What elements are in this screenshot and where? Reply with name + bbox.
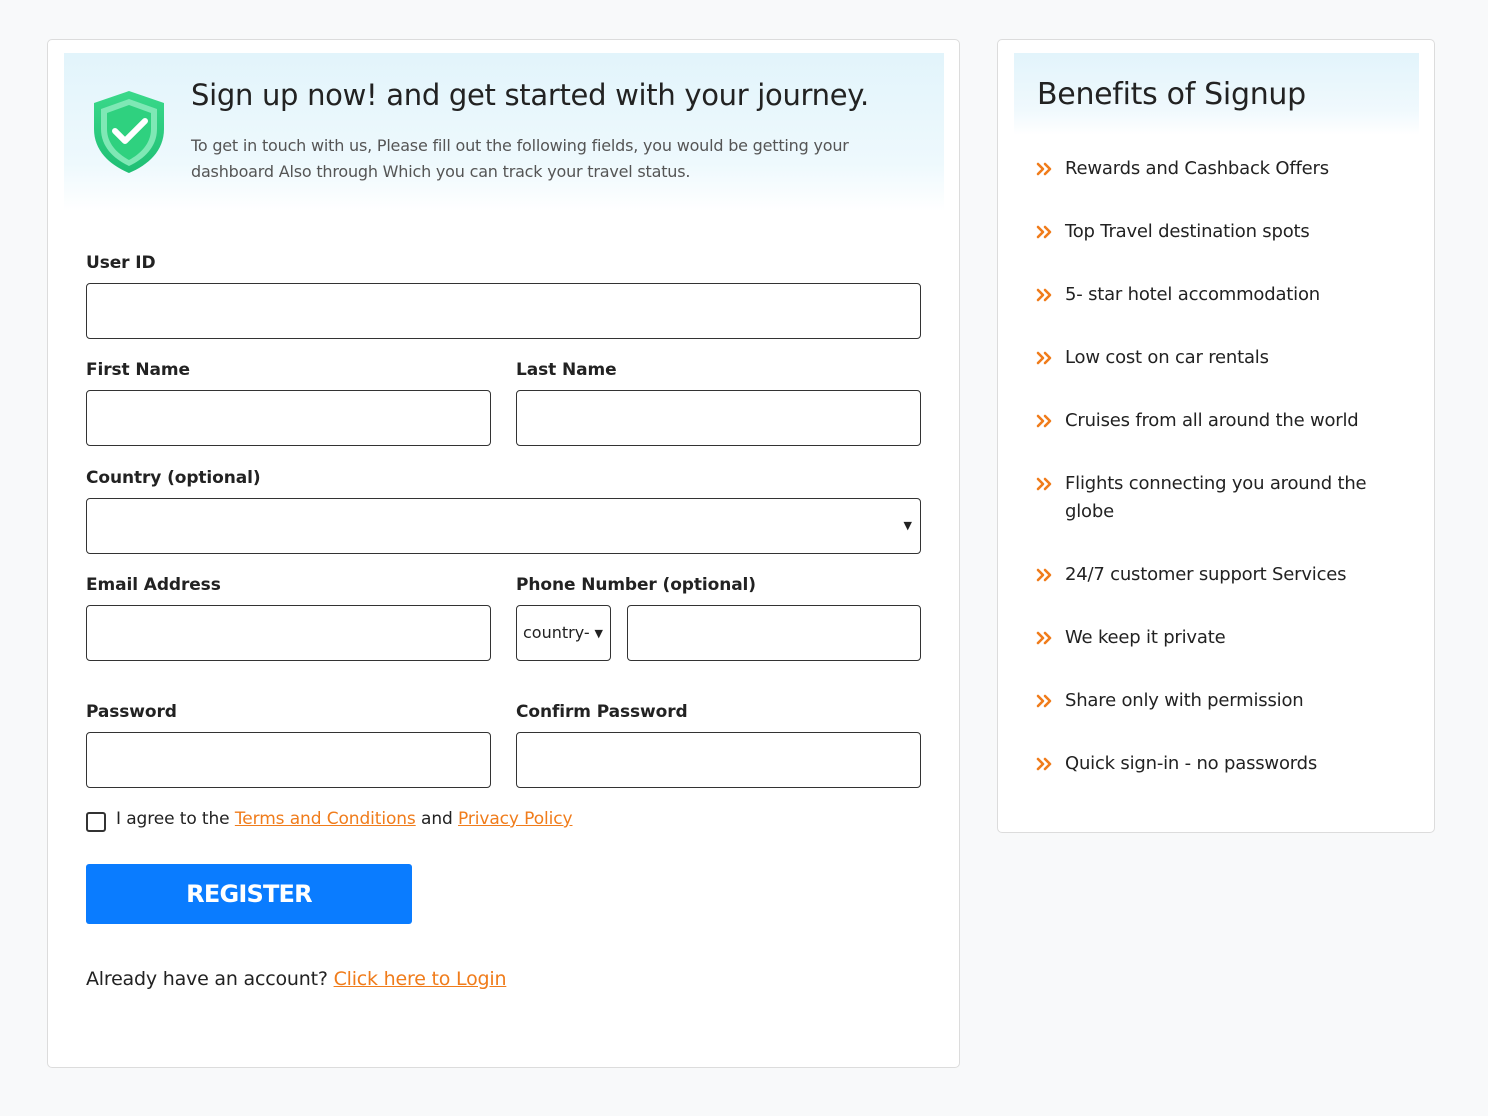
caret-down-icon: ▼ xyxy=(594,627,603,640)
benefit-text: 5- star hotel accommodation xyxy=(1065,284,1320,305)
benefit-text: 24/7 customer support Services xyxy=(1065,564,1347,585)
email-label: Email Address xyxy=(86,575,221,595)
terms-checkbox[interactable] xyxy=(86,812,106,832)
benefits-title: Benefits of Signup xyxy=(1037,77,1306,112)
phone-input[interactable] xyxy=(627,605,921,661)
last-name-label: Last Name xyxy=(516,360,617,380)
benefit-text: Top Travel destination spots xyxy=(1065,221,1310,242)
first-name-input[interactable] xyxy=(86,390,491,446)
country-label: Country (optional) xyxy=(86,468,261,488)
confirm-password-label: Confirm Password xyxy=(516,702,688,722)
benefit-text: Cruises from all around the world xyxy=(1065,410,1359,431)
form-description: To get in touch with us, Please fill out… xyxy=(191,136,849,181)
benefits-header: Benefits of Signup xyxy=(1014,53,1419,135)
first-name-label: First Name xyxy=(86,360,190,380)
terms-link[interactable]: Terms and Conditions xyxy=(235,809,416,829)
double-chevron-right-icon xyxy=(1036,694,1052,708)
terms-prefix: I agree to the xyxy=(116,809,230,829)
double-chevron-right-icon xyxy=(1036,477,1052,491)
country-code-select[interactable]: country- ▼ xyxy=(516,605,611,661)
double-chevron-right-icon xyxy=(1036,757,1052,771)
benefit-text: We keep it private xyxy=(1065,627,1226,648)
double-chevron-right-icon xyxy=(1036,631,1052,645)
form-header: Sign up now! and get started with your j… xyxy=(64,53,944,211)
last-name-input[interactable] xyxy=(516,390,921,446)
double-chevron-right-icon xyxy=(1036,414,1052,428)
double-chevron-right-icon xyxy=(1036,351,1052,365)
form-title: Sign up now! and get started with your j… xyxy=(191,78,869,112)
benefit-text: Rewards and Cashback Offers xyxy=(1065,158,1329,179)
login-line: Already have an account? Click here to L… xyxy=(86,968,507,990)
password-label: Password xyxy=(86,702,177,722)
password-input[interactable] xyxy=(86,732,491,788)
shield-check-icon xyxy=(94,91,164,173)
login-link[interactable]: Click here to Login xyxy=(334,968,507,990)
terms-and: and xyxy=(421,809,453,829)
benefit-text: Flights connecting you around the globe xyxy=(1065,473,1367,522)
benefit-text: Low cost on car rentals xyxy=(1065,347,1269,368)
email-input[interactable] xyxy=(86,605,491,661)
privacy-link[interactable]: Privacy Policy xyxy=(458,809,573,829)
benefits-card: Benefits of Signup Rewards and Cashback … xyxy=(997,39,1435,833)
country-code-value: country- xyxy=(523,623,590,642)
user-id-label: User ID xyxy=(86,253,156,273)
signup-form-card: Sign up now! and get started with your j… xyxy=(47,39,960,1068)
caret-down-icon: ▼ xyxy=(903,519,912,532)
login-prompt: Already have an account? xyxy=(86,968,328,990)
country-select[interactable]: ▼ xyxy=(86,498,921,554)
user-id-input[interactable] xyxy=(86,283,921,339)
terms-text: I agree to the Terms and Conditions and … xyxy=(116,809,573,829)
phone-label: Phone Number (optional) xyxy=(516,575,756,595)
double-chevron-right-icon xyxy=(1036,225,1052,239)
benefit-text: Quick sign-in - no passwords xyxy=(1065,753,1318,774)
double-chevron-right-icon xyxy=(1036,288,1052,302)
double-chevron-right-icon xyxy=(1036,162,1052,176)
double-chevron-right-icon xyxy=(1036,568,1052,582)
benefit-text: Share only with permission xyxy=(1065,690,1304,711)
register-button[interactable]: REGISTER xyxy=(86,864,412,924)
confirm-password-input[interactable] xyxy=(516,732,921,788)
